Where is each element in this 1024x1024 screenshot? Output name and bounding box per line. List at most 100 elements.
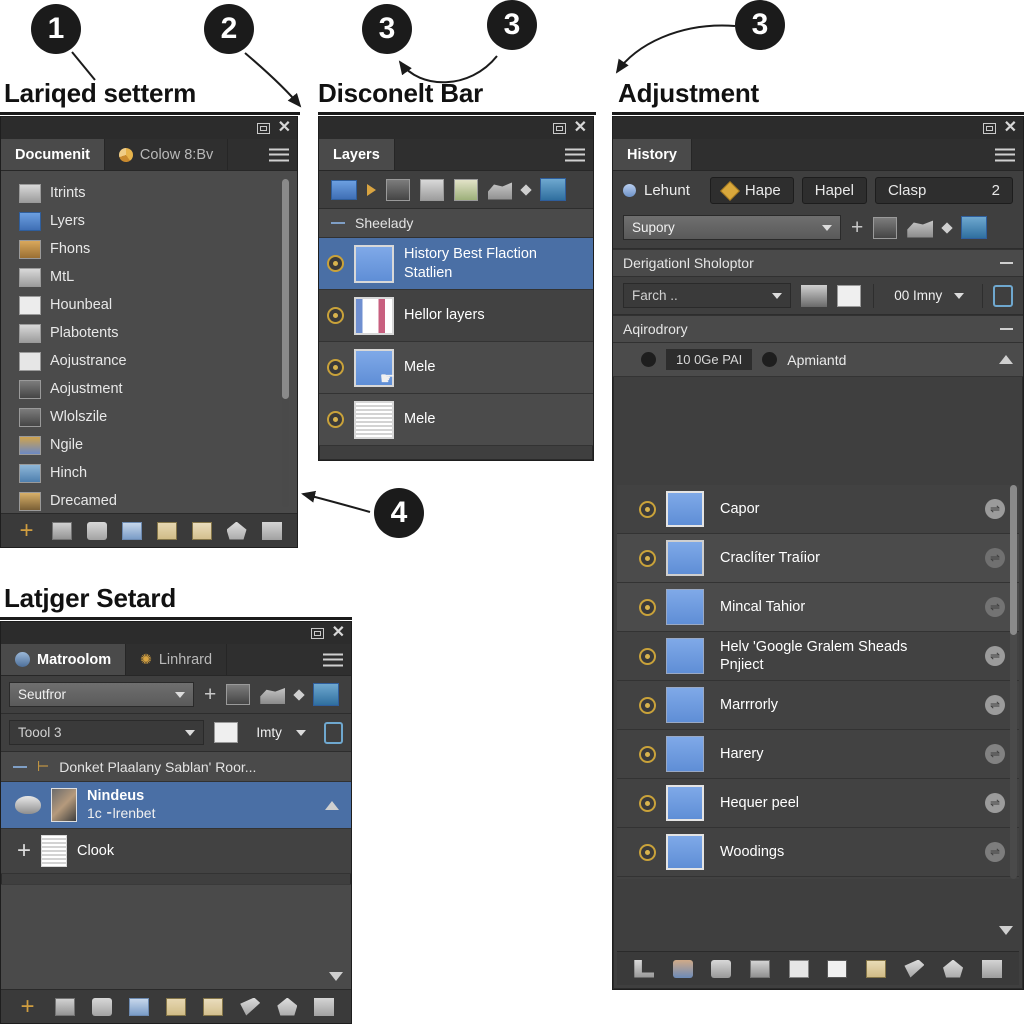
home-icon[interactable] bbox=[277, 997, 298, 1016]
documents-scrollbar[interactable] bbox=[282, 179, 289, 507]
table-row[interactable]: Helv 'Google Gralem Sheads Pnjiect ⇌ bbox=[617, 632, 1019, 682]
visibility-icon[interactable] bbox=[639, 696, 656, 714]
image-preview-icon[interactable] bbox=[961, 216, 988, 239]
tab-documents[interactable]: Documenit bbox=[1, 139, 105, 170]
image-card-icon[interactable] bbox=[420, 178, 444, 201]
mask-image-icon[interactable] bbox=[226, 684, 251, 705]
stamp-icon[interactable] bbox=[91, 997, 112, 1016]
collapse-icon[interactable] bbox=[13, 765, 27, 768]
image-preview-icon[interactable] bbox=[313, 683, 340, 706]
table-row[interactable]: Mele bbox=[319, 394, 593, 446]
link-icon[interactable]: ⇌ bbox=[985, 548, 1005, 568]
tab-matroolom[interactable]: Matroolom bbox=[1, 644, 127, 675]
table-row[interactable]: Craclíter Traíior ⇌ bbox=[617, 534, 1019, 583]
list-item[interactable]: Aojustrance bbox=[19, 347, 297, 375]
new-adjustment-icon[interactable] bbox=[54, 997, 75, 1016]
list-item[interactable]: Aojustment bbox=[19, 375, 297, 403]
list-item[interactable]: Plabotents bbox=[19, 319, 297, 347]
visibility-icon[interactable] bbox=[639, 794, 656, 812]
layers-group-header[interactable]: Sheelady bbox=[319, 209, 593, 238]
collapse-icon[interactable] bbox=[1000, 328, 1013, 330]
plus-icon[interactable]: + bbox=[17, 839, 31, 863]
diamond-icon[interactable] bbox=[293, 688, 305, 701]
add-icon[interactable]: + bbox=[851, 217, 863, 238]
link-icon[interactable]: ⇌ bbox=[985, 499, 1005, 519]
new-adjustment-icon[interactable] bbox=[750, 959, 771, 978]
table-row[interactable]: Woodings ⇌ bbox=[617, 828, 1019, 878]
list-item[interactable]: Lyers bbox=[19, 207, 297, 235]
visibility-icon[interactable] bbox=[639, 598, 656, 616]
new-adjustment-icon[interactable] bbox=[51, 521, 72, 540]
layers-menu-icon[interactable] bbox=[565, 148, 585, 161]
list-item[interactable]: MtL bbox=[19, 263, 297, 291]
tab-history[interactable]: History bbox=[613, 139, 692, 170]
scissors-icon[interactable] bbox=[904, 959, 925, 978]
clasp-button[interactable]: Clasp 2 bbox=[874, 177, 1013, 204]
link-icon[interactable]: ⇌ bbox=[985, 646, 1005, 667]
list-item[interactable]: Wlolszile bbox=[19, 403, 297, 431]
visibility-icon[interactable] bbox=[327, 411, 344, 428]
visibility-icon[interactable] bbox=[639, 843, 656, 861]
link-icon[interactable]: ⇌ bbox=[985, 793, 1005, 814]
mask-image-icon[interactable] bbox=[873, 216, 898, 239]
delete-icon[interactable] bbox=[314, 997, 335, 1016]
list-icon[interactable] bbox=[128, 997, 149, 1016]
tab-color[interactable]: Colow 8:Bv bbox=[105, 139, 229, 170]
close-icon[interactable]: ✕ bbox=[332, 625, 345, 641]
list-item[interactable]: Hinch bbox=[19, 459, 297, 487]
histogram-icon[interactable] bbox=[837, 284, 862, 307]
scroll-up-icon[interactable] bbox=[999, 355, 1013, 364]
close-icon[interactable]: ✕ bbox=[574, 120, 587, 136]
crown-icon[interactable] bbox=[156, 521, 177, 540]
minimize-icon[interactable] bbox=[982, 122, 996, 134]
table-row[interactable]: History Best Flaction Statlien bbox=[319, 238, 593, 290]
scroll-down-icon[interactable] bbox=[329, 972, 343, 981]
table-row[interactable]: Harery ⇌ bbox=[617, 730, 1019, 780]
table-row[interactable]: Hequer peel ⇌ bbox=[617, 779, 1019, 829]
library-group-header[interactable]: ⊢ Donket Plaalany Sablan' Roor... bbox=[1, 752, 351, 782]
stamp-icon[interactable] bbox=[801, 284, 828, 307]
hapel-button[interactable]: Hapel bbox=[801, 177, 867, 204]
opacity-dropdown[interactable]: 00 Imny bbox=[886, 283, 972, 308]
link-icon[interactable]: ⇌ bbox=[985, 842, 1005, 863]
visibility-icon[interactable] bbox=[327, 307, 344, 324]
tab-linhrard[interactable]: ✺ Linhrard bbox=[126, 644, 228, 675]
list-icon[interactable] bbox=[121, 521, 142, 540]
home-edit-icon[interactable] bbox=[226, 521, 247, 540]
frame-icon[interactable] bbox=[214, 722, 239, 743]
home-icon[interactable] bbox=[943, 959, 964, 978]
paint-bucket-icon[interactable] bbox=[672, 959, 693, 978]
add-icon[interactable]: + bbox=[18, 994, 38, 1018]
visibility-icon[interactable] bbox=[327, 359, 344, 376]
visibility-icon[interactable] bbox=[639, 549, 656, 567]
radio-icon[interactable] bbox=[641, 352, 656, 367]
delete-icon[interactable] bbox=[981, 959, 1002, 978]
image-preview-icon[interactable] bbox=[540, 178, 566, 201]
table-row[interactable]: Hellor layers bbox=[319, 290, 593, 342]
minimize-icon[interactable] bbox=[310, 627, 324, 639]
lock-icon[interactable] bbox=[993, 284, 1013, 307]
link-icon[interactable]: ⇌ bbox=[985, 597, 1005, 617]
minimize-icon[interactable] bbox=[552, 122, 566, 134]
documents-scroll-thumb[interactable] bbox=[282, 179, 289, 399]
mode-dropdown[interactable]: Imty bbox=[248, 720, 314, 745]
tool-dropdown[interactable]: Toool 3 bbox=[9, 720, 205, 745]
export-arrow-icon[interactable] bbox=[454, 178, 478, 201]
blue-folder-icon[interactable] bbox=[331, 179, 357, 200]
section-header-one[interactable]: Derigationl Sholoptor bbox=[613, 249, 1023, 277]
stamp-icon[interactable] bbox=[86, 521, 107, 540]
list-item[interactable]: + Clook bbox=[1, 829, 351, 875]
table-row[interactable]: ☛ Mele bbox=[319, 342, 593, 394]
table-row[interactable]: Capor ⇌ bbox=[617, 485, 1019, 534]
lock-icon[interactable] bbox=[324, 721, 343, 744]
add-icon[interactable]: + bbox=[17, 518, 37, 542]
table-row[interactable]: Mincal Tahior ⇌ bbox=[617, 583, 1019, 632]
link-icon[interactable]: ⇌ bbox=[985, 695, 1005, 716]
visibility-icon[interactable] bbox=[639, 745, 656, 763]
visibility-icon[interactable] bbox=[327, 255, 344, 272]
documents-menu-icon[interactable] bbox=[269, 148, 289, 161]
list-item[interactable]: Itrints bbox=[19, 179, 297, 207]
history-menu-icon[interactable] bbox=[995, 148, 1015, 161]
diamond-icon[interactable] bbox=[520, 183, 532, 196]
library-menu-icon[interactable] bbox=[323, 653, 343, 666]
